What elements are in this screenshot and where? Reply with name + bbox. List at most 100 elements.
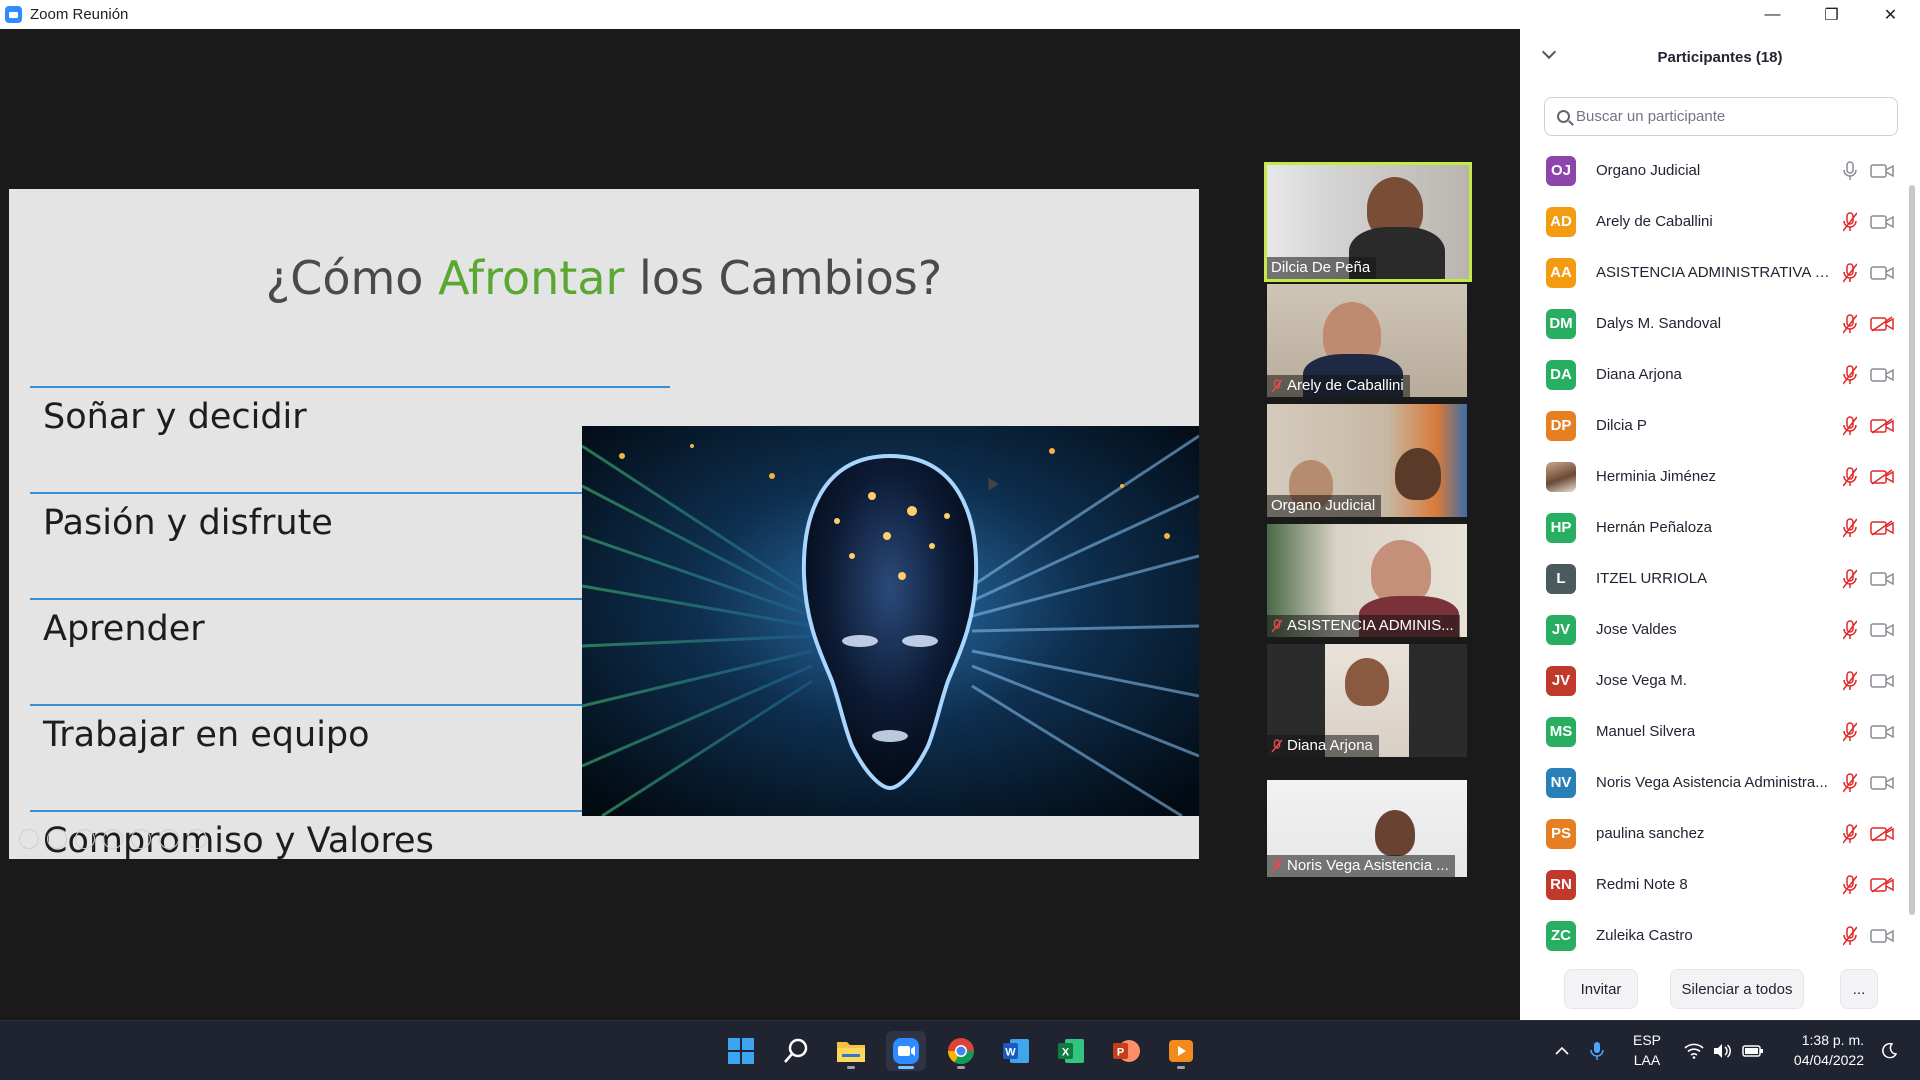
search-input[interactable]	[1576, 108, 1876, 125]
zoom-icon[interactable]	[886, 1031, 926, 1071]
minimize-button[interactable]: —	[1743, 0, 1802, 29]
camera-off-icon[interactable]	[1870, 876, 1894, 893]
participant-row[interactable]: AA ASISTENCIA ADMINISTRATIVA D...	[1520, 247, 1910, 298]
video-tile[interactable]: Diana Arjona	[1267, 644, 1467, 757]
participant-row[interactable]: Herminia Jiménez	[1520, 451, 1910, 502]
participant-row[interactable]: MS Manuel Silvera	[1520, 706, 1910, 757]
participant-row[interactable]: RN Redmi Note 8	[1520, 859, 1910, 910]
mic-icon[interactable]	[1843, 160, 1857, 181]
participant-row[interactable]: HP Hernán Peñaloza	[1520, 502, 1910, 553]
camera-icon[interactable]	[1870, 214, 1894, 230]
camera-icon[interactable]	[1870, 622, 1894, 638]
participant-row[interactable]: AD Arely de Caballini	[1520, 196, 1910, 247]
chrome-icon[interactable]	[941, 1031, 981, 1071]
camera-off-icon[interactable]	[1870, 519, 1894, 536]
tool-icon[interactable]	[187, 829, 207, 849]
mute-all-button[interactable]: Silenciar a todos	[1670, 969, 1804, 1009]
mic-muted-icon[interactable]	[1842, 925, 1858, 946]
participant-name: Redmi Note 8	[1596, 876, 1688, 893]
mic-muted-icon[interactable]	[1842, 823, 1858, 844]
search-icon[interactable]	[776, 1031, 816, 1071]
mic-muted-icon[interactable]	[1842, 517, 1858, 538]
battery-icon[interactable]	[1742, 1021, 1764, 1080]
start-icon[interactable]	[721, 1031, 761, 1071]
slide-divider	[30, 810, 670, 812]
tool-icon[interactable]	[159, 829, 179, 849]
participant-silhouette	[1345, 658, 1389, 706]
camera-icon[interactable]	[1870, 367, 1894, 383]
powerpoint-icon[interactable]: P	[1106, 1031, 1146, 1071]
mic-muted-icon[interactable]	[1842, 211, 1858, 232]
participant-silhouette	[1371, 540, 1431, 604]
mic-muted-icon[interactable]	[1842, 772, 1858, 793]
wifi-icon[interactable]	[1684, 1021, 1704, 1080]
camera-icon[interactable]	[1870, 265, 1894, 281]
camera-icon[interactable]	[1870, 775, 1894, 791]
participant-row[interactable]: DM Dalys M. Sandoval	[1520, 298, 1910, 349]
tool-icon[interactable]	[75, 829, 95, 849]
notifications-icon[interactable]	[1880, 1021, 1898, 1080]
microphone-icon[interactable]	[1590, 1021, 1604, 1080]
participant-row[interactable]: NV Noris Vega Asistencia Administra...	[1520, 757, 1910, 808]
restore-button[interactable]: ❐	[1802, 0, 1861, 29]
tool-icon[interactable]	[131, 829, 151, 849]
mic-muted-icon[interactable]	[1842, 619, 1858, 640]
camera-off-icon[interactable]	[1870, 417, 1894, 434]
close-button[interactable]: ✕	[1861, 0, 1920, 29]
participant-row[interactable]: DP Dilcia P	[1520, 400, 1910, 451]
video-tile[interactable]: Noris Vega Asistencia ...	[1267, 764, 1467, 877]
participant-row[interactable]: OJ Organo Judicial	[1520, 145, 1910, 196]
invite-button[interactable]: Invitar	[1564, 969, 1638, 1009]
camera-icon[interactable]	[1870, 673, 1894, 689]
tool-icon[interactable]	[19, 829, 39, 849]
system-clock[interactable]: 1:38 p. m. 04/04/2022	[1772, 1030, 1864, 1070]
mic-muted-icon[interactable]	[1842, 415, 1858, 436]
file-explorer-icon[interactable]	[831, 1031, 871, 1071]
participant-row[interactable]: L ITZEL URRIOLA	[1520, 553, 1910, 604]
participant-row[interactable]: JV Jose Valdes	[1520, 604, 1910, 655]
video-tile[interactable]: Arely de Caballini	[1267, 284, 1467, 397]
shared-screen-slide[interactable]: ¿Cómo Afrontar los Cambios? Soñar y deci…	[9, 189, 1199, 859]
meeting-area: ¿Cómo Afrontar los Cambios? Soñar y deci…	[0, 29, 1520, 1020]
mic-muted-icon[interactable]	[1842, 313, 1858, 334]
camera-icon[interactable]	[1870, 928, 1894, 944]
participant-row[interactable]: DA Diana Arjona	[1520, 349, 1910, 400]
scrollbar-thumb[interactable]	[1909, 185, 1915, 915]
mic-muted-icon[interactable]	[1842, 262, 1858, 283]
mic-muted-icon[interactable]	[1842, 670, 1858, 691]
mic-muted-icon[interactable]	[1842, 466, 1858, 487]
excel-icon[interactable]: X	[1051, 1031, 1091, 1071]
mic-muted-icon[interactable]	[1842, 721, 1858, 742]
volume-icon[interactable]	[1712, 1021, 1732, 1080]
camera-off-icon[interactable]	[1870, 825, 1894, 842]
video-tile[interactable]: Organo Judicial	[1267, 404, 1467, 517]
mic-muted-icon[interactable]	[1842, 364, 1858, 385]
camera-icon[interactable]	[1870, 163, 1894, 179]
word-icon[interactable]: W	[996, 1031, 1036, 1071]
tile-name-tag: Arely de Caballini	[1267, 375, 1410, 397]
participant-row[interactable]: JV Jose Vega M.	[1520, 655, 1910, 706]
participants-scrollbar[interactable]	[1908, 145, 1916, 923]
mic-muted-icon[interactable]	[1842, 874, 1858, 895]
camera-off-icon[interactable]	[1870, 468, 1894, 485]
camera-icon[interactable]	[1870, 724, 1894, 740]
annotation-toolbar	[19, 829, 207, 849]
participant-search[interactable]	[1544, 97, 1898, 136]
chevron-down-icon[interactable]	[1541, 44, 1557, 60]
video-tile[interactable]: ASISTENCIA ADMINIS...	[1267, 524, 1467, 637]
video-tile[interactable]: Dilcia De Peña	[1264, 162, 1472, 282]
camera-icon[interactable]	[1870, 571, 1894, 587]
more-options-button[interactable]: ...	[1840, 969, 1878, 1009]
show-hidden-icons-icon[interactable]	[1554, 1021, 1570, 1080]
mic-muted-icon[interactable]	[1842, 568, 1858, 589]
mic-muted-icon	[1271, 378, 1283, 392]
media-player-icon[interactable]	[1161, 1031, 1201, 1071]
camera-off-icon[interactable]	[1870, 315, 1894, 332]
tool-icon[interactable]	[103, 829, 123, 849]
slide-divider	[30, 598, 670, 600]
participant-row[interactable]: PS paulina sanchez	[1520, 808, 1910, 859]
participant-row[interactable]: ZC Zuleika Castro	[1520, 910, 1910, 961]
tool-icon[interactable]	[47, 829, 67, 849]
input-language-indicator[interactable]: ESP LAA	[1626, 1030, 1668, 1070]
tile-name-tag: Dilcia De Peña	[1267, 257, 1377, 279]
